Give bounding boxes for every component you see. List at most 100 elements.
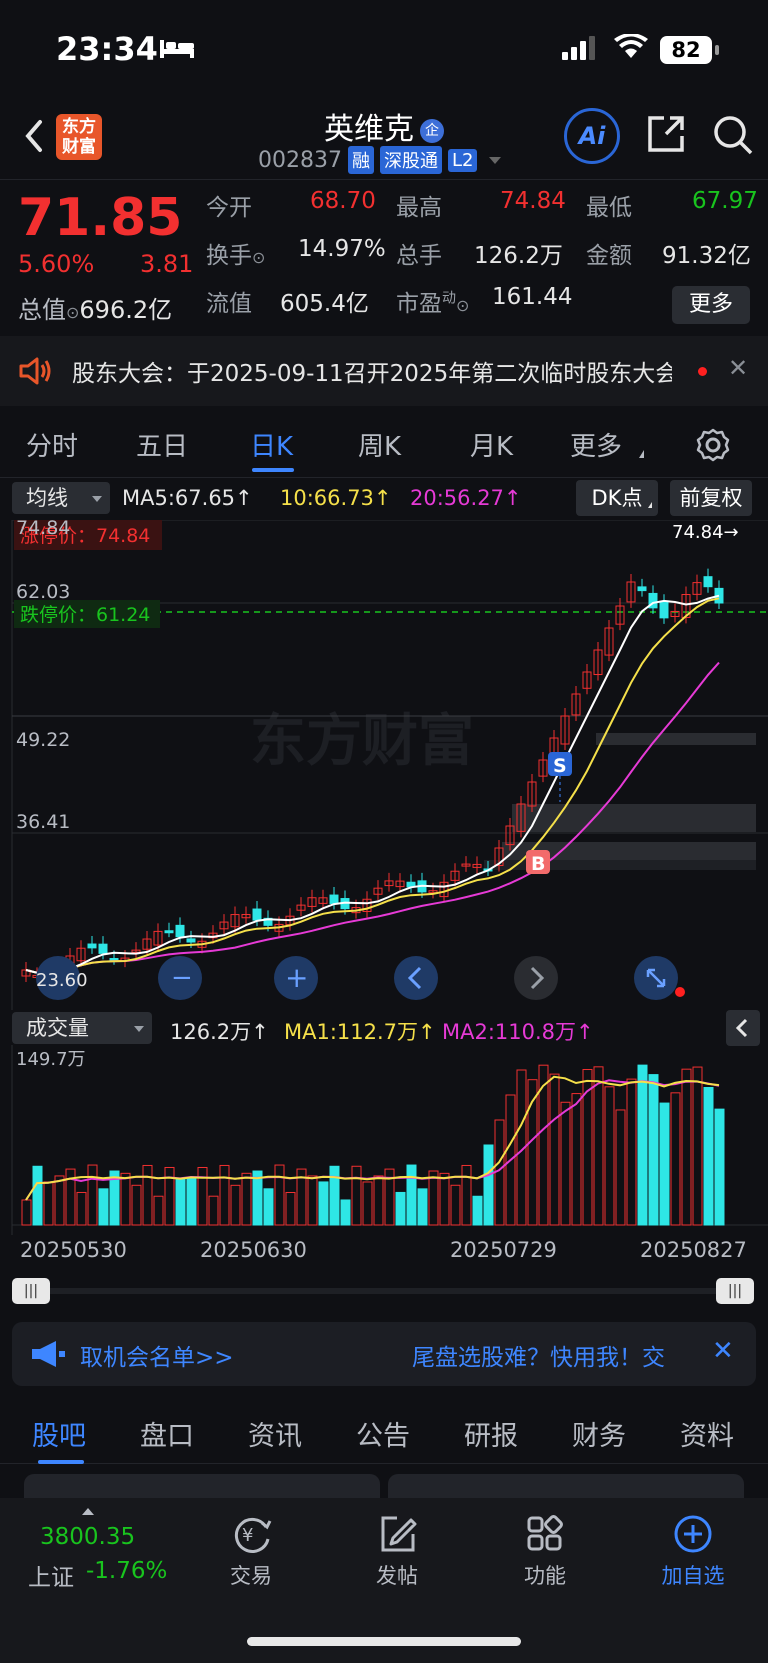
volume-bar [87, 1164, 98, 1226]
date-axis: 20250530 20250630 20250729 20250827 [0, 1238, 768, 1268]
scroller-left-handle[interactable]: ||| [12, 1278, 50, 1304]
volume-bar [362, 1181, 373, 1226]
tab-orderbook[interactable]: 盘口 [140, 1414, 194, 1453]
alert-dot [675, 987, 685, 997]
volume-bar [351, 1165, 362, 1226]
index-name[interactable]: 上证 [28, 1558, 74, 1592]
volume-bar [208, 1195, 219, 1226]
gear-icon[interactable] [696, 428, 730, 462]
tab-announcements[interactable]: 公告 [356, 1414, 410, 1453]
volume-bar [241, 1172, 252, 1226]
volume-bar [307, 1175, 318, 1226]
promo-right-text[interactable]: 尾盘选股难？快用我！交 [412, 1338, 665, 1372]
volume-bar [21, 1199, 32, 1226]
trade-button[interactable]: ¥ 交易 [196, 1512, 306, 1590]
volume-bar [142, 1164, 153, 1226]
tab-timeshare[interactable]: 分时 [26, 426, 78, 463]
volume-bar [98, 1188, 109, 1226]
add-watchlist-button[interactable]: 加自选 [638, 1512, 748, 1590]
volume-bar [230, 1184, 241, 1226]
volume-bar [604, 1086, 615, 1226]
share-icon[interactable] [646, 114, 686, 154]
candle [252, 908, 262, 921]
index-percent[interactable]: -1.76% [86, 1558, 167, 1584]
volume-bar [406, 1164, 417, 1226]
support-band [596, 733, 756, 745]
stock-code-line[interactable]: 002837 融 深股通 L2 [258, 146, 502, 174]
tab-more[interactable]: 更多 [570, 426, 622, 463]
volume-bar [549, 1073, 560, 1226]
battery-icon: 82 [660, 36, 712, 64]
k-line-chart[interactable]: 东方财富 涨停价：74.84 74.84 62.03 跌停价：61.24 49.… [0, 520, 768, 1010]
tab-daily-k[interactable]: 日K [250, 426, 293, 463]
ma20-label: 20:56.27↑ [410, 486, 522, 510]
tab-forum[interactable]: 股吧 [32, 1414, 86, 1453]
candle [109, 958, 119, 962]
functions-button[interactable]: 功能 [490, 1512, 600, 1590]
volume-bar [76, 1191, 87, 1226]
close-icon[interactable]: ✕ [712, 1336, 734, 1366]
range-scroller[interactable]: ||| ||| [12, 1278, 756, 1304]
volume-bar [703, 1087, 714, 1226]
tab-news[interactable]: 资讯 [248, 1414, 302, 1453]
quote-panel: 71.85 5.60% 3.81 总值⊙696.2亿 今开 68.70 最高 7… [0, 180, 768, 330]
volume-bar [692, 1066, 703, 1226]
low-marker: 23.60 [36, 970, 88, 991]
scroller-right-handle[interactable]: ||| [716, 1278, 754, 1304]
notice-text: 股东大会：于2025-09-11召开2025年第二次临时股东大会 [72, 361, 672, 387]
tab-five-day[interactable]: 五日 [136, 426, 188, 463]
collapse-button[interactable] [726, 1010, 760, 1046]
close-icon[interactable]: ✕ [728, 354, 748, 382]
volume-bar [615, 1109, 626, 1226]
candle [186, 938, 196, 943]
volume-field: 总手 [396, 243, 442, 269]
card-peek[interactable] [24, 1474, 380, 1498]
limit-down-label: 跌停价：61.24 [20, 604, 150, 626]
active-tab-indicator [252, 468, 294, 472]
indicator-select[interactable]: 均线 [12, 482, 110, 514]
buy-marker: B [531, 853, 545, 875]
chevron-down-icon [489, 156, 502, 164]
tab-weekly-k[interactable]: 周K [358, 426, 401, 463]
amount-value: 91.32亿 [662, 243, 751, 269]
card-peek[interactable] [388, 1474, 744, 1498]
open-value: 68.70 [310, 188, 376, 214]
dk-points-button[interactable]: DK点 [576, 480, 658, 516]
date-label-4: 20250827 [640, 1238, 747, 1262]
post-button[interactable]: 发帖 [342, 1512, 452, 1590]
active-tab-indicator [38, 1460, 84, 1464]
tab-monthly-k[interactable]: 月K [470, 426, 513, 463]
high-marker: 74.84→ [672, 522, 739, 543]
search-icon[interactable] [712, 114, 754, 156]
vol-ma2-label: MA2:110.8万↑ [442, 1020, 594, 1044]
volume-bar [285, 1192, 296, 1226]
turnover-value: 14.97% [298, 236, 386, 262]
volume-bar [571, 1093, 582, 1226]
volume-indicator-select[interactable]: 成交量 [12, 1012, 152, 1044]
promo-left-text[interactable]: 取机会名单>> [80, 1338, 234, 1372]
volume-bar [263, 1188, 274, 1226]
forward-adjust-button[interactable]: 前复权 [670, 480, 752, 516]
tab-profile[interactable]: 资料 [680, 1414, 734, 1453]
candle [98, 943, 108, 954]
ai-button[interactable]: Ai [564, 108, 620, 164]
volume-max-label: 149.7万 [16, 1049, 86, 1070]
date-label-3: 20250729 [450, 1238, 557, 1262]
expand-up-icon[interactable] [82, 1508, 94, 1515]
notice-bar[interactable]: 股东大会：于2025-09-11召开2025年第二次临时股东大会 ✕ [0, 336, 768, 406]
scroll-left-button[interactable] [394, 956, 438, 1000]
tab-financials[interactable]: 财务 [572, 1414, 626, 1453]
volume-bar [373, 1175, 384, 1226]
more-button[interactable]: 更多 [672, 286, 750, 324]
support-band [512, 804, 756, 832]
content-tabs: 股吧 盘口 资讯 公告 研报 财务 资料 [0, 1400, 768, 1464]
scroll-right-button[interactable] [514, 956, 558, 1000]
volume-bar [461, 1164, 472, 1226]
index-value[interactable]: 3800.35 [40, 1524, 135, 1550]
tab-research[interactable]: 研报 [464, 1414, 518, 1453]
volume-bar [560, 1101, 571, 1226]
chevron-left-icon [735, 1018, 748, 1038]
promo-banner[interactable]: 取机会名单>> 尾盘选股难？快用我！交 ✕ [12, 1322, 756, 1386]
volume-bar [274, 1164, 285, 1226]
volume-bar [659, 1102, 670, 1226]
